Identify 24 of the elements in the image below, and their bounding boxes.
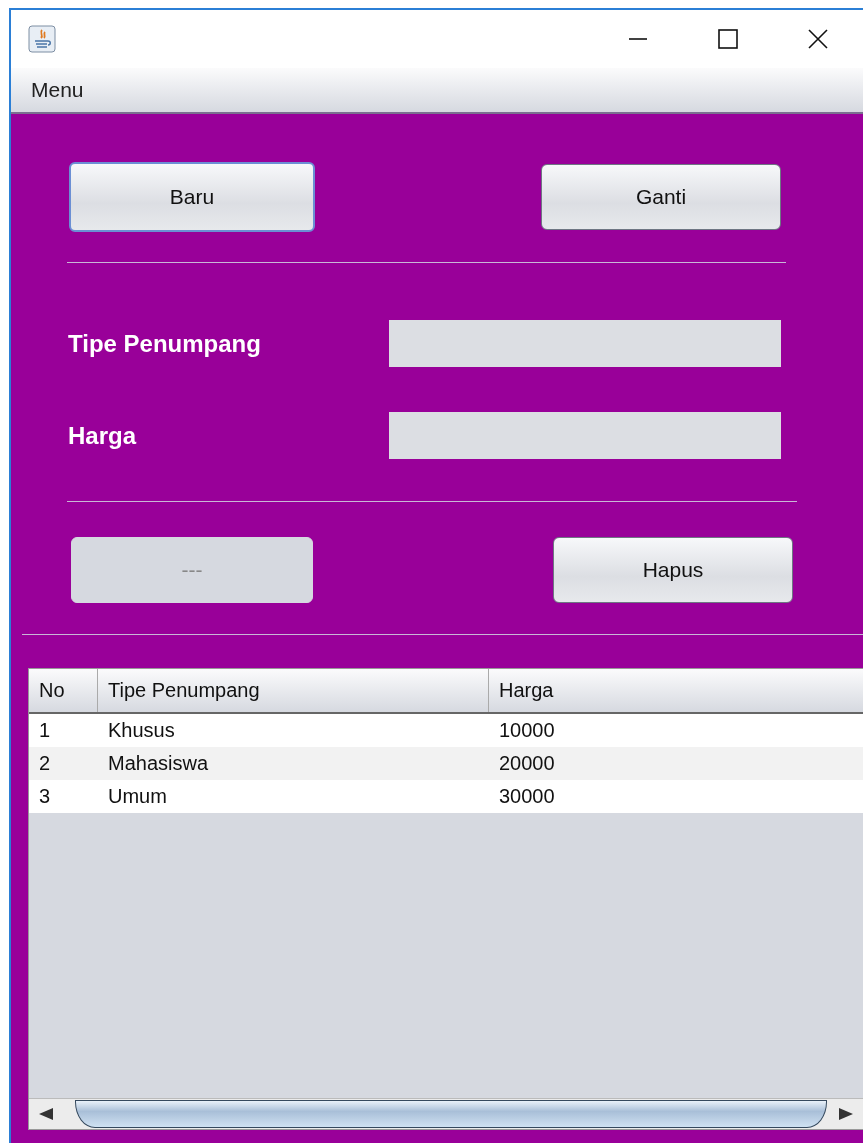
table-cell-text: 20000 bbox=[498, 751, 556, 776]
field-label: Tipe Penumpang bbox=[68, 329, 262, 358]
field-label: Harga bbox=[68, 421, 138, 450]
button[interactable]: Ganti bbox=[541, 164, 781, 230]
table-cell-text: 2 bbox=[38, 751, 52, 776]
table-cell-text: 10000 bbox=[498, 718, 556, 743]
table-cell-text: Umum bbox=[107, 784, 168, 809]
button[interactable]: Hapus bbox=[553, 536, 793, 603]
scrollbar-thumb[interactable] bbox=[75, 1100, 827, 1128]
button[interactable]: Baru bbox=[69, 162, 315, 232]
input-field[interactable] bbox=[389, 412, 781, 459]
table-cell-text: 3 bbox=[38, 784, 52, 809]
table-cell-text: 1 bbox=[38, 718, 52, 743]
column-header[interactable]: No bbox=[29, 669, 98, 712]
menu-item[interactable]: Menu bbox=[31, 78, 84, 102]
table-cell-text: Mahasiswa bbox=[107, 751, 210, 776]
column-header[interactable]: Tipe Penumpang bbox=[98, 669, 489, 712]
table-cell-text: 30000 bbox=[498, 784, 556, 809]
column-header[interactable]: Harga bbox=[489, 669, 863, 712]
app-icon bbox=[28, 25, 56, 53]
maximize-icon[interactable] bbox=[717, 28, 739, 50]
table-cell-text: Khusus bbox=[107, 718, 176, 743]
close-icon[interactable] bbox=[807, 28, 829, 50]
input-field[interactable] bbox=[389, 320, 781, 367]
